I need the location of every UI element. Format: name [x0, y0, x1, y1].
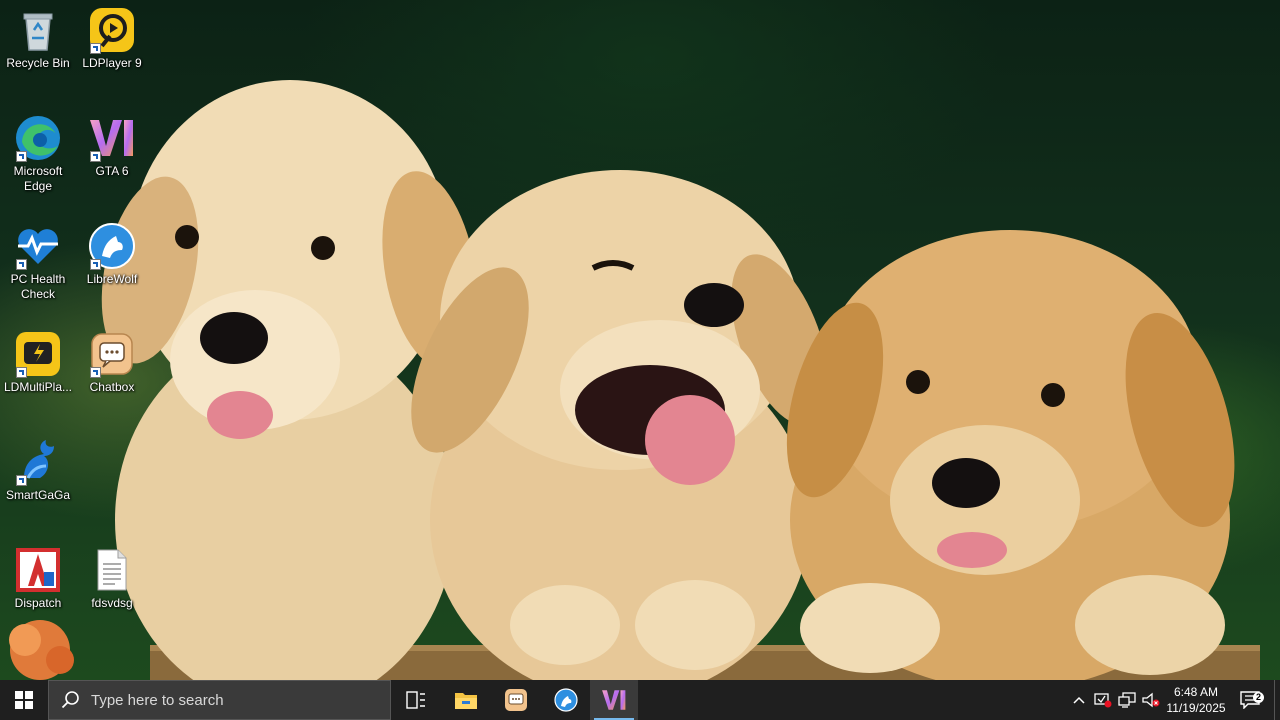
taskbar-file-explorer[interactable]: [442, 680, 490, 720]
desktop-icon-label: Chatbox: [89, 380, 135, 394]
windows-logo-icon: [15, 691, 33, 709]
librewolf-icon: [88, 222, 136, 270]
desktop-icon-librewolf[interactable]: LibreWolf: [74, 222, 150, 287]
taskbar-task-view[interactable]: [392, 680, 440, 720]
desktop-icon-ldmultiplayer[interactable]: LDMultiPla...: [0, 330, 76, 395]
desktop-icon-label: LDMultiPla...: [3, 380, 73, 394]
desktop-icon-gta6[interactable]: GTA 6: [74, 114, 150, 179]
desktop-wallpaper: [0, 0, 1280, 680]
chatbox-icon: [88, 330, 136, 378]
desktop-icon-label: SmartGaGa: [5, 488, 71, 502]
gta6-icon: [602, 690, 626, 710]
desktop-icon-label: fdsvdsg: [91, 596, 133, 610]
gta6-icon: [88, 114, 136, 162]
security-warning-icon: [1094, 693, 1112, 708]
desktop-icon-label: GTA 6: [95, 164, 129, 178]
desktop-icon-label: LDPlayer 9: [82, 56, 142, 70]
desktop-icon-label: Recycle Bin: [6, 56, 70, 70]
desktop-icon-label: Microsoft Edge: [13, 164, 63, 193]
notification-count-badge: 2: [1253, 692, 1264, 703]
librewolf-icon: [554, 688, 578, 712]
shortcut-arrow-icon: [90, 151, 101, 162]
taskbar-chatbox[interactable]: [492, 680, 540, 720]
desktop-icon-label: PC Health Check: [10, 272, 66, 301]
desktop-icon-smartgaga[interactable]: SmartGaGa: [0, 438, 76, 503]
taskbar-search-box[interactable]: Type here to search: [48, 680, 391, 720]
desktop-icon-label: Dispatch: [14, 596, 62, 610]
ldplayer-icon: [88, 6, 136, 54]
clock-date: 11/19/2025: [1166, 701, 1226, 715]
tray-clock[interactable]: 6:48 AM 11/19/2025: [1160, 680, 1232, 720]
desktop-icon-ldplayer[interactable]: LDPlayer 9: [74, 6, 150, 71]
shortcut-arrow-icon: [90, 367, 101, 378]
desktop-icon-pc-health-check[interactable]: PC Health Check: [0, 222, 76, 302]
shortcut-arrow-icon: [16, 259, 27, 270]
shortcut-arrow-icon: [16, 151, 27, 162]
puppies-illustration: [9, 80, 1260, 680]
start-button[interactable]: [0, 680, 48, 720]
shortcut-arrow-icon: [90, 43, 101, 54]
shortcut-arrow-icon: [16, 475, 27, 486]
desktop-icon-microsoft-edge[interactable]: Microsoft Edge: [0, 114, 76, 194]
desktop-icon-label: LibreWolf: [86, 272, 138, 286]
task-view-icon: [406, 691, 425, 709]
pc-health-check-icon: [14, 222, 62, 270]
puppy-right: [786, 230, 1235, 680]
desktop-icon-dispatch[interactable]: Dispatch: [0, 546, 76, 611]
dispatch-icon: [14, 546, 62, 594]
text-file-icon: [88, 546, 136, 594]
ldmultiplayer-icon: [14, 330, 62, 378]
smartgaga-icon: [14, 438, 62, 486]
chatbox-icon: [505, 689, 527, 711]
taskbar-librewolf[interactable]: [542, 680, 590, 720]
recycle-bin-icon: [14, 6, 62, 54]
shortcut-arrow-icon: [90, 259, 101, 270]
file-explorer-icon: [455, 693, 477, 709]
tray-overflow-button[interactable]: [1068, 680, 1090, 720]
desktop-icon-chatbox[interactable]: Chatbox: [74, 330, 150, 395]
chevron-up-icon: [1073, 696, 1085, 704]
show-desktop-button[interactable]: [1274, 680, 1280, 720]
tray-network-icon[interactable]: [1116, 680, 1138, 720]
volume-muted-icon: [1142, 692, 1160, 708]
tray-volume-icon[interactable]: [1140, 680, 1162, 720]
desktop-icon-fdsvdsg[interactable]: fdsvdsg: [74, 546, 150, 611]
search-placeholder: Type here to search: [91, 691, 224, 709]
desktop-icon-recycle-bin[interactable]: Recycle Bin: [0, 6, 76, 71]
taskbar-gta6[interactable]: [590, 680, 638, 720]
action-center-button[interactable]: 2: [1232, 680, 1268, 720]
clock-time: 6:48 AM: [1173, 685, 1219, 699]
tray-security-icon[interactable]: [1092, 680, 1114, 720]
network-icon: [1118, 692, 1136, 708]
search-icon: [61, 691, 79, 709]
edge-icon: [14, 114, 62, 162]
shortcut-arrow-icon: [16, 367, 27, 378]
taskbar: Type here to search 6:48 AM 11/19/2025 2: [0, 680, 1280, 720]
